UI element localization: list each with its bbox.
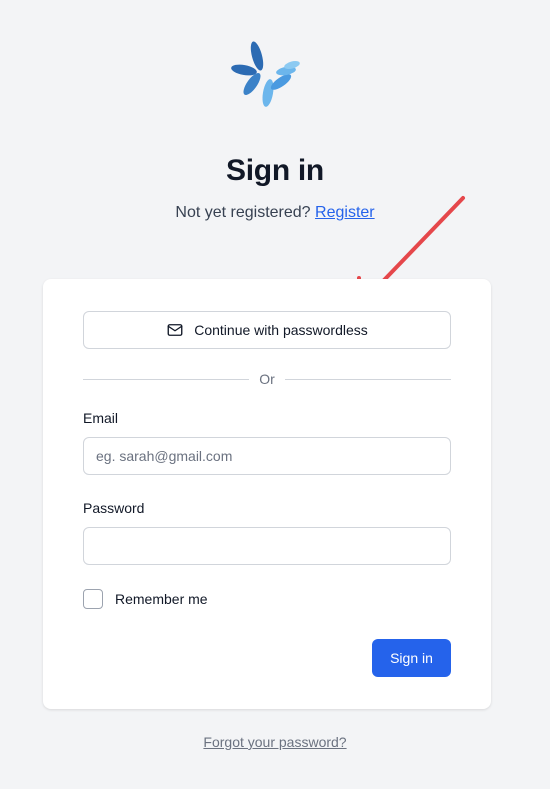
continue-passwordless-button[interactable]: Continue with passwordless xyxy=(83,311,451,349)
register-prompt-text: Not yet registered? xyxy=(175,204,311,221)
divider-line xyxy=(83,378,250,380)
email-label: Email xyxy=(83,410,119,426)
forgot-password: Forgot your password? xyxy=(0,734,550,750)
continue-passwordless-label: Continue with passwordless xyxy=(194,322,368,338)
sign-in-page: Sign in Not yet registered? Register Con… xyxy=(0,0,550,789)
password-input[interactable] xyxy=(83,527,451,565)
email-input[interactable] xyxy=(83,437,451,475)
sign-in-card: Continue with passwordless Or Email Pass… xyxy=(43,279,491,709)
remember-me-label: Remember me xyxy=(115,591,208,607)
or-divider: Or xyxy=(83,369,451,389)
sign-in-button[interactable]: Sign in xyxy=(372,639,451,677)
divider-line xyxy=(284,378,451,380)
remember-me: Remember me xyxy=(83,589,208,609)
forgot-password-link[interactable]: Forgot your password? xyxy=(203,734,346,750)
remember-me-checkbox[interactable] xyxy=(83,589,103,609)
divider-text: Or xyxy=(259,371,275,387)
page-title: Sign in xyxy=(226,154,324,187)
flower-logo-icon xyxy=(231,41,300,107)
password-label: Password xyxy=(83,500,145,516)
mail-icon xyxy=(167,324,183,336)
